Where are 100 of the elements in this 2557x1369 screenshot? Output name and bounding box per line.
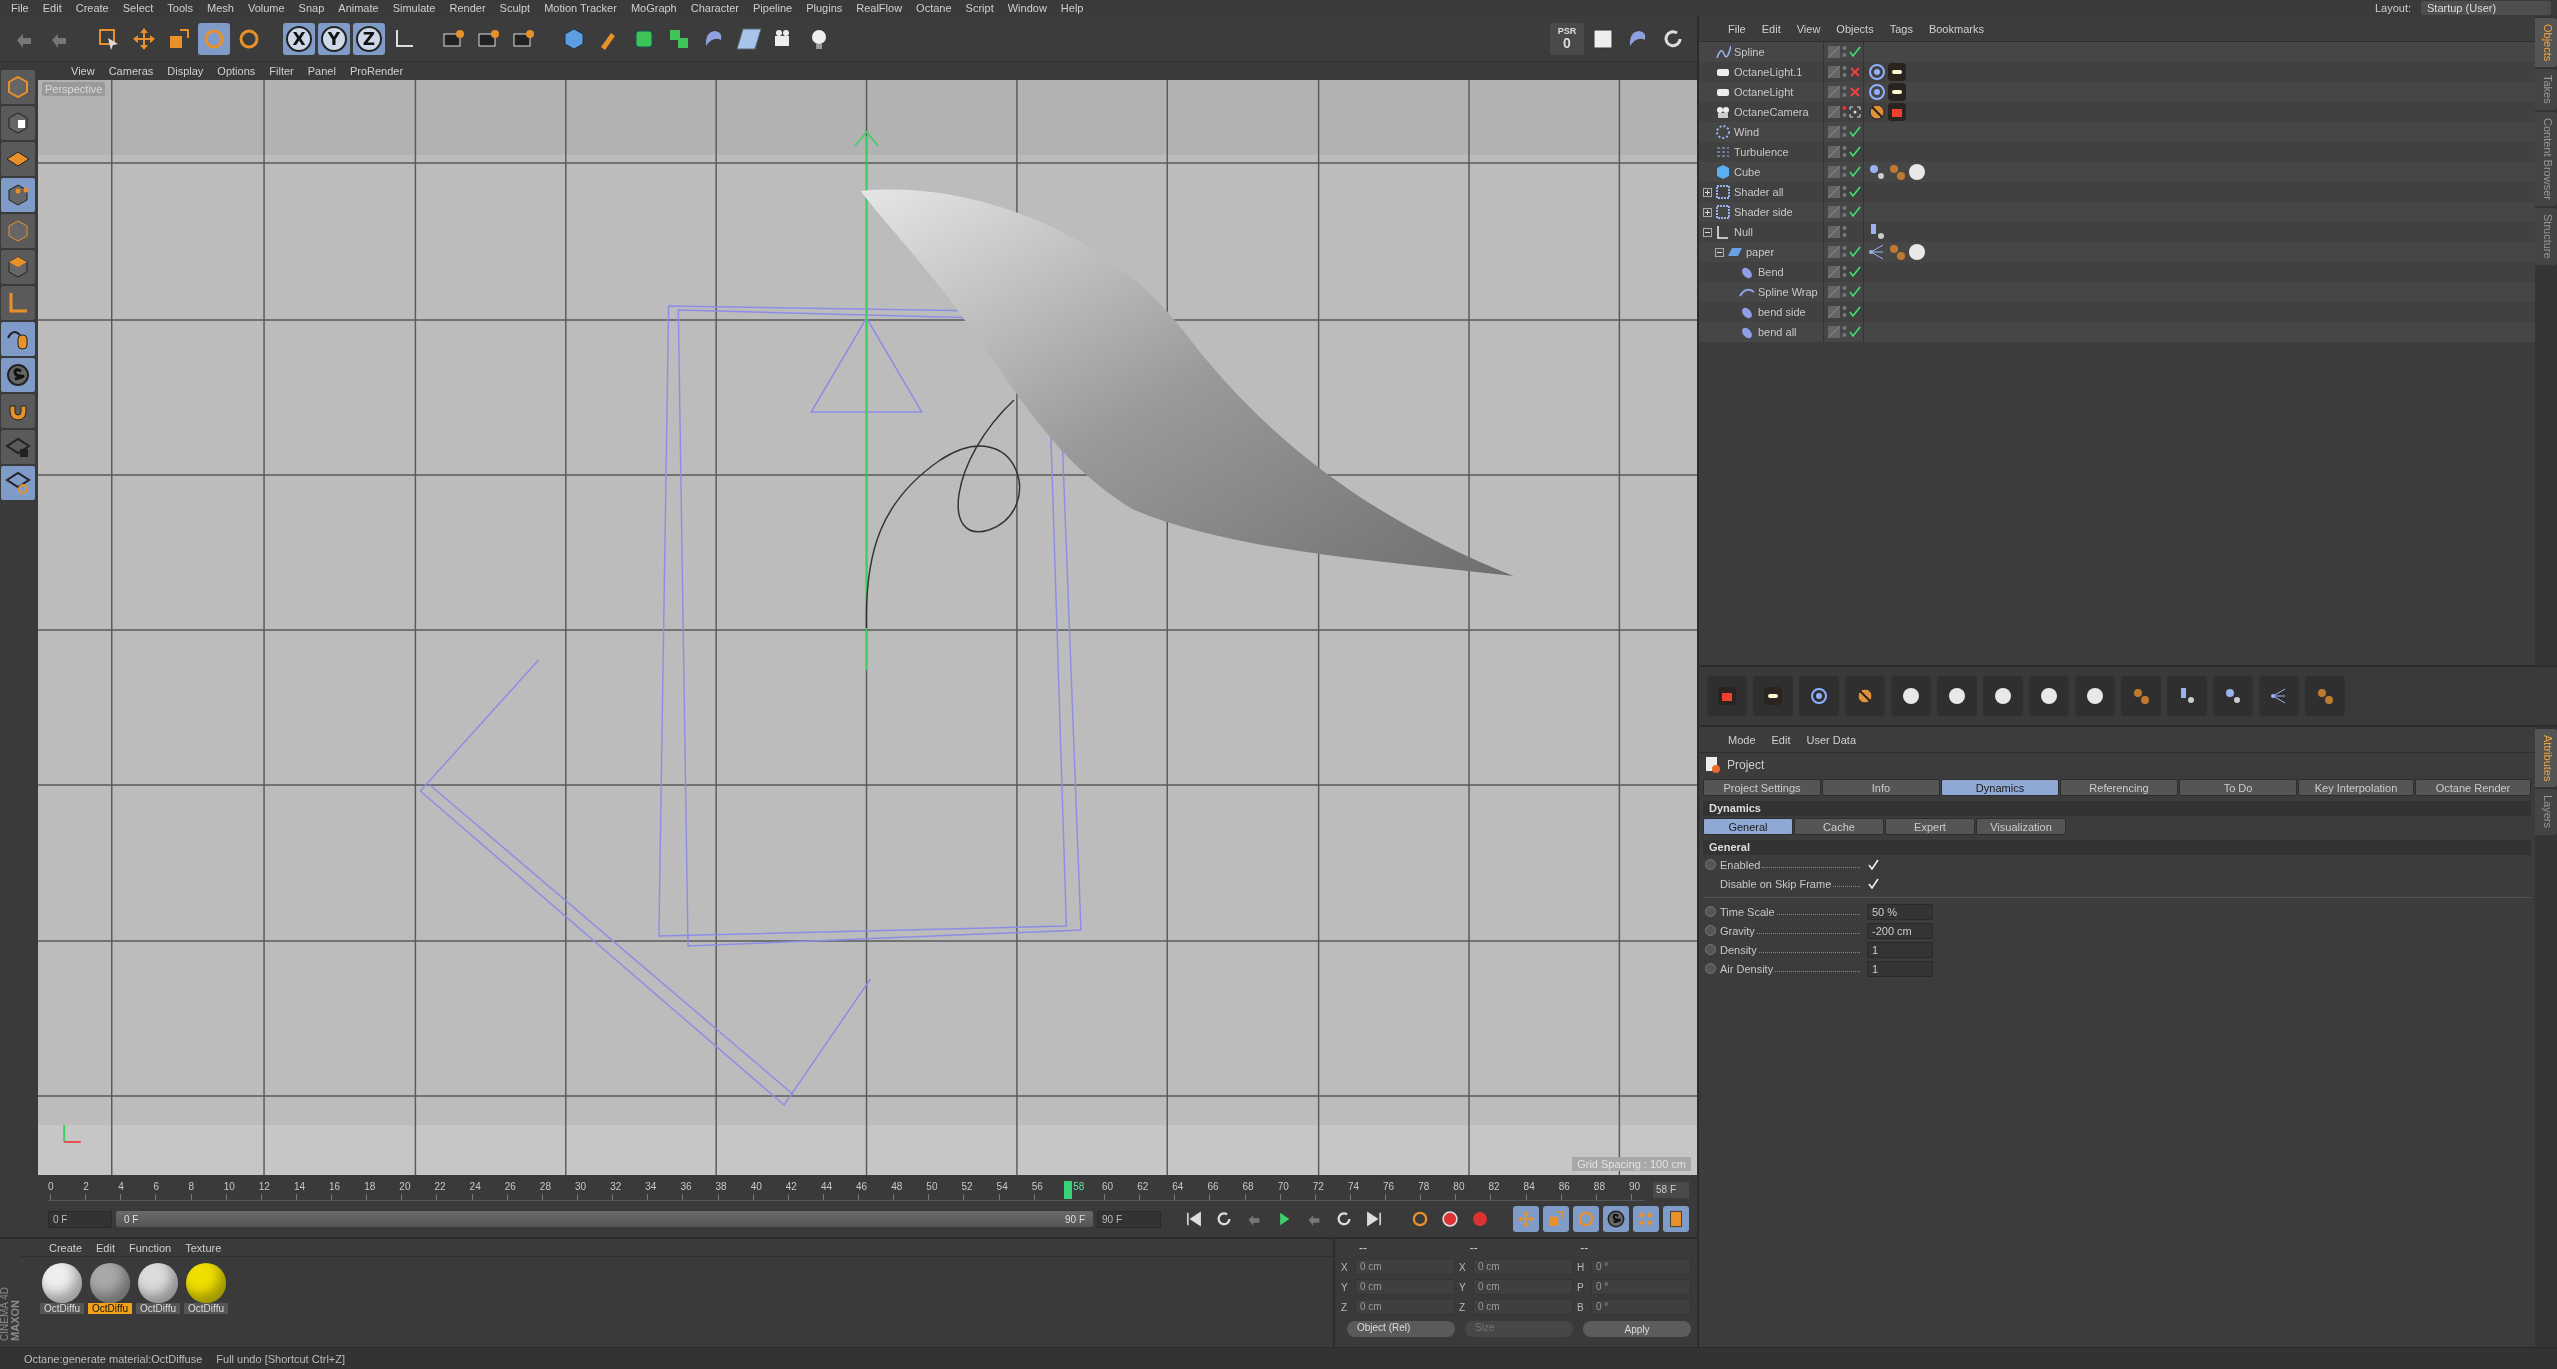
menu-item[interactable]: File xyxy=(6,2,34,14)
connector-icon[interactable] xyxy=(1868,243,1886,261)
subtab[interactable]: Cache xyxy=(1794,818,1884,835)
light-tag-icon[interactable] xyxy=(1888,63,1906,81)
side-tab[interactable]: Layers xyxy=(2535,789,2557,835)
object-name[interactable]: bend side xyxy=(1758,306,1806,318)
side-tab[interactable]: Content Browser xyxy=(2535,112,2557,206)
subtab[interactable]: Visualization xyxy=(1976,818,2066,835)
visibility-dots-icon[interactable] xyxy=(1842,285,1847,299)
visibility-dots-icon[interactable] xyxy=(1842,225,1847,239)
dynamics-icon[interactable] xyxy=(1868,163,1886,181)
viewport-menu-item[interactable]: ProRender xyxy=(344,65,409,77)
visibility-dots-icon[interactable] xyxy=(1842,145,1847,159)
expand-toggle[interactable] xyxy=(1715,247,1724,257)
octane-tool-button[interactable] xyxy=(1799,676,1839,716)
visibility-dots-icon[interactable] xyxy=(1842,85,1847,99)
menu-item[interactable]: Plugins xyxy=(801,2,848,14)
attributes-menu-item[interactable]: Mode xyxy=(1723,733,1761,746)
check-icon[interactable] xyxy=(1849,146,1861,158)
side-tab[interactable]: Objects xyxy=(2535,18,2557,68)
menu-item[interactable]: Create xyxy=(70,2,114,14)
object-name[interactable]: paper xyxy=(1746,246,1775,258)
check-icon[interactable] xyxy=(1849,306,1861,318)
visibility-dots-icon[interactable] xyxy=(1842,205,1847,219)
camera-tag-icon[interactable] xyxy=(1888,103,1906,121)
object-menu-item[interactable]: View xyxy=(1791,22,1826,35)
object-name[interactable]: Shader all xyxy=(1734,186,1784,198)
check-icon[interactable] xyxy=(1849,266,1861,278)
number-field[interactable]: 50 % xyxy=(1867,903,1933,920)
object-name[interactable]: Spline Wrap xyxy=(1758,286,1818,298)
coordinate-field[interactable]: 0 ° xyxy=(1591,1259,1691,1275)
dynamics-icon[interactable] xyxy=(2224,687,2242,705)
octane-tool-button[interactable] xyxy=(1891,676,1931,716)
material-icon[interactable] xyxy=(2040,687,2058,705)
object-name[interactable]: Wind xyxy=(1734,126,1760,138)
material-menu-item[interactable]: Edit xyxy=(91,1241,120,1254)
menu-item[interactable]: Window xyxy=(1002,2,1052,14)
axis-lock-button[interactable]: Z xyxy=(353,22,385,55)
menu-item[interactable]: Script xyxy=(960,2,999,14)
animation-dot-icon[interactable] xyxy=(1705,859,1716,870)
menu-item[interactable]: Octane xyxy=(911,2,957,14)
subtab[interactable]: General xyxy=(1703,818,1793,835)
coordinate-field[interactable]: 0 cm xyxy=(1355,1279,1455,1295)
menu-item[interactable]: Select xyxy=(117,2,159,14)
focus-icon[interactable] xyxy=(1849,106,1861,118)
menu-item[interactable]: Edit xyxy=(37,2,67,14)
layout-dropdown[interactable]: Startup (User) xyxy=(2421,1,2551,15)
attribute-tab[interactable]: Info xyxy=(1822,779,1940,796)
octane-target-icon[interactable] xyxy=(1868,63,1886,81)
mode-tool-button[interactable] xyxy=(1,322,35,356)
menu-item[interactable]: Sculpt xyxy=(494,2,536,14)
connector-icon[interactable] xyxy=(2270,687,2288,705)
menu-item[interactable]: Animate xyxy=(333,2,384,14)
axis-lock-button[interactable]: Y xyxy=(318,22,350,55)
animation-dot-icon[interactable] xyxy=(1705,963,1716,974)
coordinate-field[interactable]: 0 ° xyxy=(1591,1299,1691,1315)
octane-tool-button[interactable] xyxy=(1937,676,1977,716)
viewport-menu-item[interactable]: Cameras xyxy=(103,65,159,77)
animation-dot-icon[interactable] xyxy=(1705,925,1716,936)
subtab[interactable]: Expert xyxy=(1885,818,1975,835)
psr-button[interactable]: PSR 0 xyxy=(1550,22,1584,55)
viewport-menu-item[interactable]: Filter xyxy=(264,65,299,77)
material-icon[interactable] xyxy=(1994,687,2012,705)
menu-item[interactable]: Tools xyxy=(162,2,198,14)
octane-tool-button[interactable] xyxy=(1753,676,1793,716)
visibility-dots-icon[interactable] xyxy=(1842,165,1847,179)
apply-button[interactable]: Apply xyxy=(1583,1321,1691,1337)
side-tab[interactable]: Attributes xyxy=(2535,729,2557,788)
number-field[interactable]: -200 cm xyxy=(1867,922,1933,939)
cross-icon[interactable] xyxy=(1849,86,1861,98)
axis-lock-button[interactable]: X xyxy=(283,22,315,55)
attribute-tab[interactable]: Project Settings xyxy=(1703,779,1821,796)
mode-tool-button[interactable] xyxy=(1,466,35,500)
coordinate-field[interactable]: 0 cm xyxy=(1355,1259,1455,1275)
check-icon[interactable] xyxy=(1849,166,1861,178)
visibility-dots-icon[interactable] xyxy=(1842,125,1847,139)
octane-tool-button[interactable] xyxy=(2167,676,2207,716)
menu-item[interactable]: Snap xyxy=(293,2,330,14)
frame-range-slider[interactable]: 0 F 90 F xyxy=(116,1211,1093,1227)
viewport-menu-item[interactable]: View xyxy=(66,65,100,77)
octane-tool-button[interactable] xyxy=(2029,676,2069,716)
attribute-tab[interactable]: Octane Render xyxy=(2415,779,2531,796)
material-menu-item[interactable]: Create xyxy=(44,1241,88,1254)
viewport-menu-item[interactable]: Options xyxy=(212,65,261,77)
attribute-tab[interactable]: Key Interpolation xyxy=(2298,779,2414,796)
light-tag-icon[interactable] xyxy=(1764,687,1782,705)
coordinate-field[interactable]: 0 cm xyxy=(1473,1279,1573,1295)
menu-item[interactable]: Volume xyxy=(242,2,290,14)
menu-item[interactable]: Character xyxy=(685,2,745,14)
octane-tool-button[interactable] xyxy=(1983,676,2023,716)
visibility-dots-icon[interactable] xyxy=(1842,265,1847,279)
object-menu-item[interactable]: File xyxy=(1723,22,1751,35)
object-name[interactable]: Cube xyxy=(1734,166,1761,178)
viewport-menu-item[interactable]: Display xyxy=(162,65,209,77)
object-name[interactable]: bend all xyxy=(1758,326,1797,338)
menu-item[interactable]: RealFlow xyxy=(851,2,908,14)
number-field[interactable]: 1 xyxy=(1867,960,1933,977)
object-menu-item[interactable]: Objects xyxy=(1831,22,1879,35)
material-icon[interactable] xyxy=(1908,163,1926,181)
blocked-icon[interactable] xyxy=(1856,687,1874,705)
